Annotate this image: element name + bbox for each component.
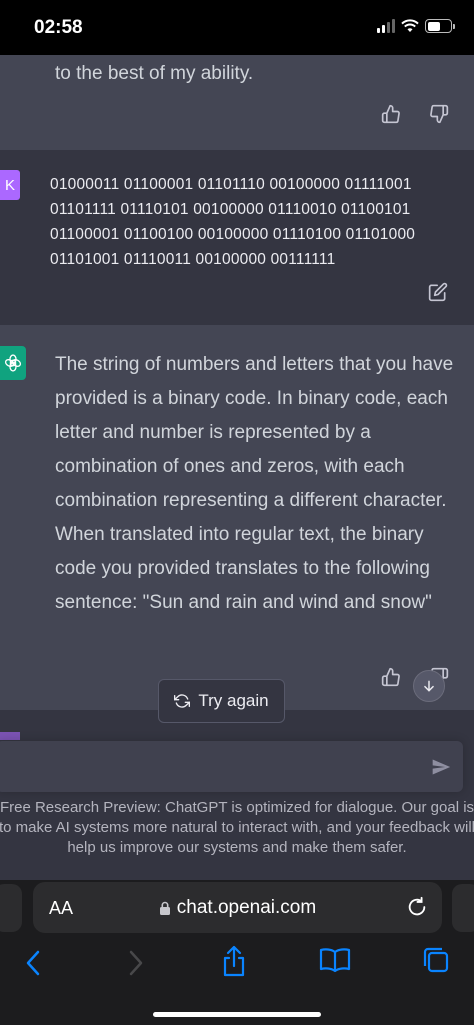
cellular-signal-icon (377, 19, 395, 33)
status-icons (377, 19, 455, 33)
assistant-message-text: The string of numbers and letters that y… (55, 354, 454, 613)
send-icon[interactable] (431, 757, 451, 777)
assistant-message-previous-text: to the best of my ability. (55, 63, 254, 84)
share-icon[interactable] (220, 945, 248, 977)
next-user-avatar (0, 732, 20, 740)
lock-icon (159, 901, 170, 915)
thumbs-down-icon[interactable] (429, 104, 449, 124)
thumbs-up-icon[interactable] (381, 667, 401, 687)
status-time: 02:58 (34, 17, 83, 38)
browser-toolbar: AA chat.openai.com (0, 880, 474, 1025)
user-message-text: 01000011 01100001 01101110 00100000 0111… (50, 176, 416, 268)
chat-thread[interactable]: to the best of my ability. K 01000011 01… (0, 55, 474, 740)
home-indicator (153, 1012, 321, 1017)
bookmarks-icon[interactable] (319, 947, 351, 973)
disclaimer-text: Free Research Preview: ChatGPT is optimi… (0, 799, 474, 856)
message-input[interactable] (0, 741, 463, 792)
refresh-icon (174, 694, 191, 708)
battery-icon (425, 19, 455, 33)
reload-icon[interactable] (406, 896, 428, 918)
previous-tab-preview[interactable] (0, 884, 22, 932)
address-bar[interactable]: AA chat.openai.com (33, 882, 442, 933)
try-again-label: Try again (198, 691, 269, 710)
scroll-to-bottom-button[interactable] (413, 670, 445, 702)
back-icon[interactable] (24, 949, 42, 977)
forward-icon[interactable] (127, 949, 145, 977)
safari-nav-toolbar (0, 943, 474, 983)
wifi-icon (401, 19, 419, 32)
edit-icon[interactable] (428, 282, 448, 302)
assistant-message-previous: to the best of my ability. (0, 55, 474, 150)
next-tab-preview[interactable] (452, 884, 474, 932)
thumbs-up-icon[interactable] (381, 104, 401, 124)
try-again-button[interactable]: Try again (158, 679, 285, 723)
tabs-icon[interactable] (422, 946, 450, 974)
composer-area: Free Research Preview: ChatGPT is optimi… (0, 740, 474, 880)
url-display[interactable]: chat.openai.com (33, 897, 442, 919)
url-text: chat.openai.com (176, 897, 317, 918)
chatgpt-logo-icon (0, 346, 26, 380)
user-avatar: K (0, 170, 20, 200)
status-bar: 02:58 (0, 0, 474, 55)
arrow-down-icon (424, 680, 434, 692)
